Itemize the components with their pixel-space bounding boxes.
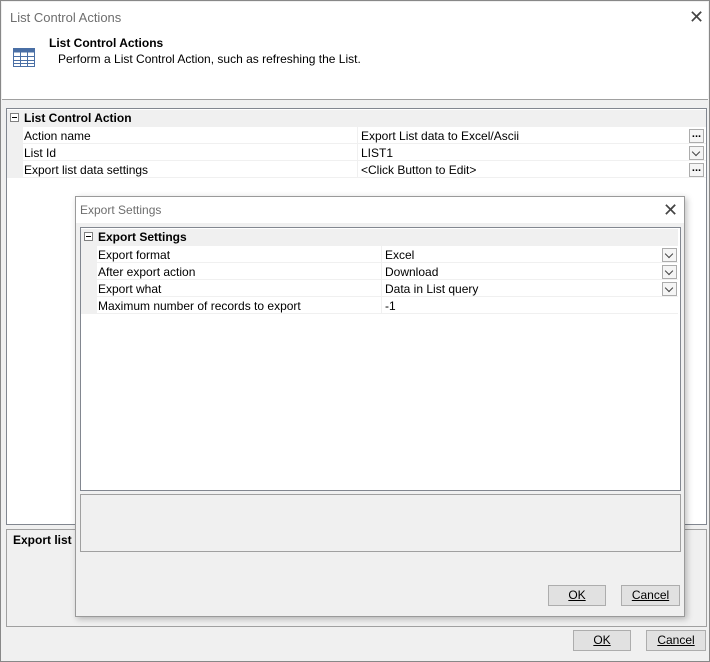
- dialog-cancel-button[interactable]: Cancel: [621, 585, 680, 606]
- dialog-ok-button[interactable]: OK: [548, 585, 606, 606]
- ok-button[interactable]: OK: [573, 630, 631, 651]
- cancel-label: Cancel: [657, 633, 695, 647]
- export-settings-dialog: Export Settings ✕ Export Settings Export…: [75, 196, 685, 617]
- collapse-icon[interactable]: [10, 113, 19, 122]
- ok-label: OK: [593, 633, 611, 647]
- category-label: List Control Action: [24, 111, 132, 125]
- property-name: Export list data settings: [24, 163, 149, 177]
- column-splitter[interactable]: [357, 127, 358, 144]
- property-value[interactable]: Download: [385, 265, 438, 279]
- column-splitter[interactable]: [357, 161, 358, 178]
- row-gutter: [7, 127, 23, 144]
- property-value[interactable]: LIST1: [361, 146, 393, 160]
- ok-label: OK: [568, 588, 586, 602]
- collapse-icon[interactable]: [84, 232, 93, 241]
- grid-row-export-format[interactable]: Export format Excel: [81, 246, 678, 263]
- ellipsis-button[interactable]: ...: [689, 163, 704, 177]
- property-value[interactable]: Data in List query: [385, 282, 478, 296]
- property-name: After export action: [98, 265, 196, 279]
- row-gutter: [81, 280, 97, 297]
- description-title: Export list d: [13, 533, 83, 547]
- grid-row-export-what[interactable]: Export what Data in List query: [81, 280, 678, 297]
- property-value[interactable]: Excel: [385, 248, 414, 262]
- row-gutter: [7, 161, 23, 178]
- chevron-down-icon[interactable]: [689, 146, 704, 160]
- table-icon: [13, 48, 35, 67]
- chevron-down-icon[interactable]: [662, 265, 677, 279]
- category-row[interactable]: Export Settings: [81, 229, 678, 246]
- column-splitter[interactable]: [357, 144, 358, 161]
- window-title: List Control Actions: [10, 10, 122, 25]
- category-row[interactable]: List Control Action: [7, 110, 706, 127]
- grid-row-list-id[interactable]: List Id LIST1: [7, 144, 706, 161]
- column-splitter[interactable]: [381, 297, 382, 314]
- property-name: Export format: [98, 248, 171, 262]
- property-name: Maximum number of records to export: [98, 299, 301, 313]
- column-splitter[interactable]: [381, 246, 382, 263]
- row-gutter: [81, 263, 97, 280]
- header-title: List Control Actions: [49, 36, 164, 50]
- row-gutter: [81, 246, 97, 263]
- property-value[interactable]: <Click Button to Edit>: [361, 163, 476, 177]
- row-gutter: [7, 144, 23, 161]
- chevron-down-icon[interactable]: [662, 282, 677, 296]
- property-name: Export what: [98, 282, 162, 296]
- grid-row-export-settings[interactable]: Export list data settings <Click Button …: [7, 161, 706, 178]
- close-icon[interactable]: ✕: [663, 201, 678, 219]
- header-subtitle: Perform a List Control Action, such as r…: [58, 52, 361, 66]
- grid-row-max-records[interactable]: Maximum number of records to export -1: [81, 297, 678, 314]
- dialog-description-panel: [80, 494, 681, 552]
- property-value[interactable]: Export List data to Excel/Ascii: [361, 129, 519, 143]
- column-splitter[interactable]: [381, 263, 382, 280]
- ellipsis-button[interactable]: ...: [689, 129, 704, 143]
- cancel-label: Cancel: [631, 588, 670, 602]
- property-name: Action name: [24, 129, 91, 143]
- property-value[interactable]: -1: [385, 299, 396, 313]
- category-label: Export Settings: [98, 230, 187, 244]
- grid-row-action-name[interactable]: Action name Export List data to Excel/As…: [7, 127, 706, 144]
- title-bar: List Control Actions ✕: [2, 2, 708, 32]
- dialog-title-bar: Export Settings ✕: [76, 197, 684, 223]
- grid-row-after-export-action[interactable]: After export action Download: [81, 263, 678, 280]
- property-name: List Id: [24, 146, 57, 160]
- dialog-title: Export Settings: [80, 203, 162, 217]
- dialog-property-grid: Export Settings Export format Excel Afte…: [80, 227, 681, 491]
- close-icon[interactable]: ✕: [689, 8, 704, 26]
- column-splitter[interactable]: [381, 280, 382, 297]
- cancel-button[interactable]: Cancel: [646, 630, 706, 651]
- header-banner: List Control Actions Perform a List Cont…: [2, 32, 708, 100]
- row-gutter: [81, 297, 97, 314]
- chevron-down-icon[interactable]: [662, 248, 677, 262]
